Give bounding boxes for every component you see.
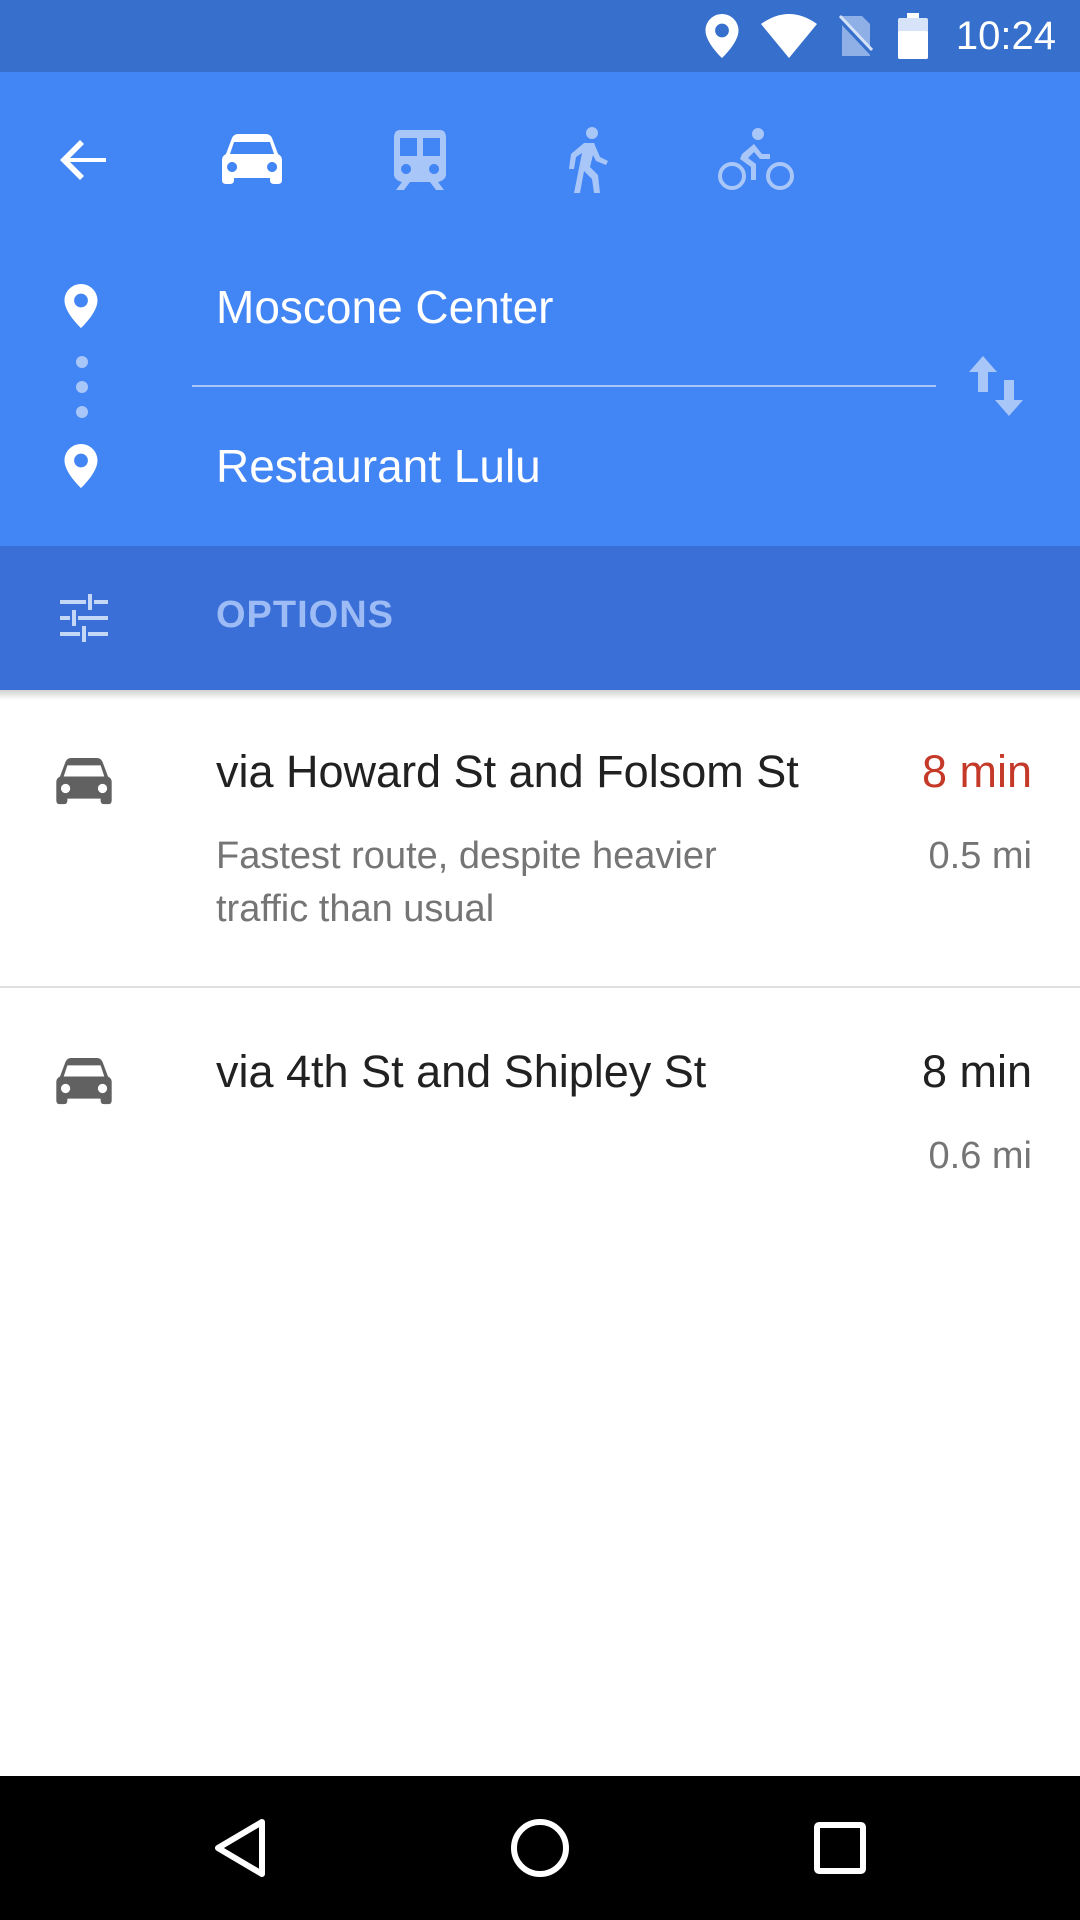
route-option-2[interactable]: via 4th St and Shipley St 8 min 0.6 mi	[0, 988, 1080, 1218]
wifi-icon	[760, 12, 818, 60]
origin-field[interactable]: Moscone Center	[216, 279, 916, 335]
status-bar: 10:24	[0, 0, 1080, 72]
destination-pin-icon	[64, 444, 100, 488]
options-label: OPTIONS	[216, 594, 395, 636]
route-1-time: 8 min	[921, 746, 1032, 797]
battery-icon	[896, 12, 930, 60]
directions-header: Moscone Center Restaurant Lulu	[0, 72, 1080, 546]
train-icon	[394, 130, 446, 190]
route-2-title: via 4th St and Shipley St	[216, 1046, 707, 1097]
system-nav-bar	[0, 1776, 1080, 1920]
back-arrow-icon	[60, 140, 106, 180]
route-option-1[interactable]: via Howard St and Folsom St 8 min Fastes…	[0, 700, 1080, 986]
car-icon	[222, 134, 282, 184]
route-2-distance: 0.6 mi	[928, 1135, 1032, 1177]
route-dots-icon	[76, 356, 88, 418]
destination-field[interactable]: Restaurant Lulu	[216, 438, 916, 494]
swap-button[interactable]	[964, 354, 1028, 418]
nav-home-button[interactable]	[500, 1808, 580, 1888]
mode-drive-tab[interactable]	[204, 112, 300, 208]
route-1-distance: 0.5 mi	[928, 835, 1032, 877]
nav-recents-icon	[814, 1822, 866, 1874]
no-sim-icon	[832, 12, 876, 60]
route-2-time: 8 min	[921, 1046, 1032, 1097]
car-icon	[56, 1058, 112, 1106]
options-bar[interactable]: OPTIONS	[0, 546, 1080, 690]
clock: 10:24	[955, 14, 1056, 58]
route-1-description: Fastest route, despite heavier traffic t…	[216, 835, 717, 930]
origin-pin-icon	[64, 284, 100, 328]
location-icon	[700, 12, 744, 60]
route-1-title: via Howard St and Folsom St	[216, 746, 799, 797]
nav-back-button[interactable]	[200, 1808, 280, 1888]
bike-icon	[718, 128, 794, 190]
car-icon	[56, 758, 112, 806]
swap-arrows-icon	[969, 356, 1023, 416]
mode-transit-tab[interactable]	[372, 112, 468, 208]
mode-walk-tab[interactable]	[540, 112, 636, 208]
back-button[interactable]	[36, 112, 132, 208]
tune-icon	[60, 594, 108, 642]
nav-back-icon	[215, 1819, 265, 1877]
walk-icon	[569, 127, 608, 193]
nav-home-icon	[511, 1819, 569, 1877]
field-divider	[192, 385, 936, 387]
mode-bike-tab[interactable]	[708, 112, 804, 208]
nav-recents-button[interactable]	[800, 1808, 880, 1888]
options-shadow	[0, 690, 1080, 700]
